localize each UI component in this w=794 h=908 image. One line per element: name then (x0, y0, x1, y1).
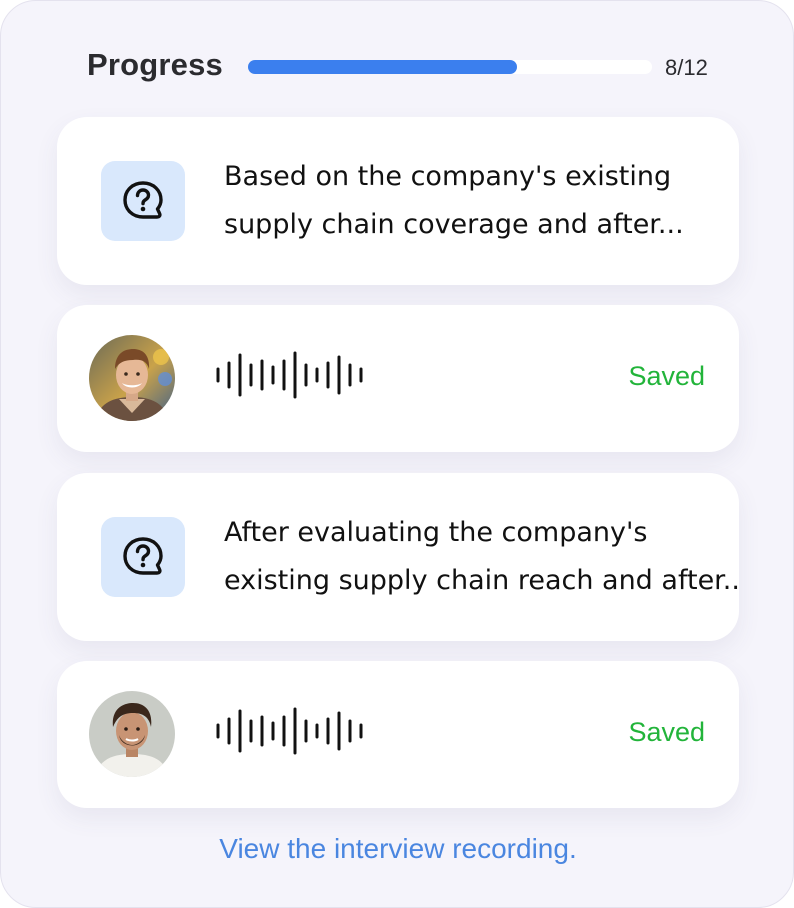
question-bubble-icon (123, 181, 163, 219)
progress-bar (248, 60, 652, 74)
question-text: After evaluating the company's existing … (224, 509, 740, 605)
avatar (89, 691, 175, 777)
question-icon-box (101, 517, 185, 597)
avatar-image (89, 691, 175, 777)
question-line: existing supply chain reach and after.. (224, 565, 740, 596)
question-line: supply chain coverage and after... (224, 209, 684, 240)
avatar (89, 335, 175, 421)
progress-header: Progress 8/12 (87, 45, 727, 89)
view-recording-link[interactable]: View the interview recording. (1, 833, 794, 865)
question-card[interactable]: After evaluating the company's existing … (57, 473, 740, 641)
audio-waveform-icon (216, 707, 363, 755)
saved-status: Saved (628, 717, 705, 747)
answer-card[interactable]: Saved (57, 305, 739, 452)
question-bubble-icon (123, 537, 163, 575)
question-card[interactable]: Based on the company's existing supply c… (57, 117, 739, 285)
question-line: After evaluating the company's (224, 517, 648, 548)
saved-status: Saved (628, 361, 705, 391)
answer-card[interactable]: Saved (57, 661, 739, 808)
interview-progress-panel: Progress 8/12 Based on the company's exi… (0, 0, 794, 908)
progress-count: 8/12 (665, 55, 708, 80)
progress-bar-fill (248, 60, 518, 74)
audio-waveform-icon (216, 351, 363, 399)
question-line: Based on the company's existing (224, 161, 672, 192)
question-text: Based on the company's existing supply c… (224, 153, 724, 249)
progress-title: Progress (87, 47, 223, 82)
avatar-image (89, 335, 175, 421)
question-icon-box (101, 161, 185, 241)
